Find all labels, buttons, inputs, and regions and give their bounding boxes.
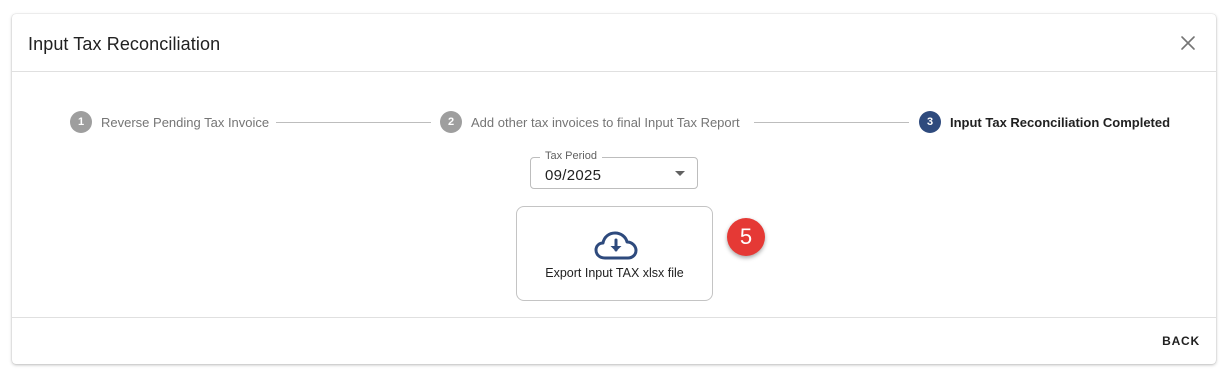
dialog-header: Input Tax Reconciliation	[12, 14, 1216, 72]
step-1[interactable]: 1 Reverse Pending Tax Invoice	[70, 110, 269, 134]
step-3-number: 3	[919, 111, 941, 133]
step-2[interactable]: 2 Add other tax invoices to final Input …	[440, 110, 740, 134]
step-1-number: 1	[70, 111, 92, 133]
step-connector	[276, 122, 431, 123]
dialog-footer: BACK	[12, 317, 1216, 364]
annotation-badge: 5	[727, 218, 765, 256]
dropdown-arrow-icon	[675, 171, 685, 176]
close-icon	[1181, 36, 1195, 50]
tax-period-label: Tax Period	[540, 150, 602, 162]
dialog-title: Input Tax Reconciliation	[28, 34, 221, 54]
step-2-label: Add other tax invoices to final Input Ta…	[471, 114, 740, 130]
back-button[interactable]: BACK	[1158, 332, 1204, 350]
step-3[interactable]: 3 Input Tax Reconciliation Completed	[919, 110, 1170, 134]
step-1-label: Reverse Pending Tax Invoice	[101, 114, 270, 130]
dialog: Input Tax Reconciliation 1 Reverse Pendi…	[12, 14, 1216, 364]
stepper: 1 Reverse Pending Tax Invoice 2 Add othe…	[12, 110, 1216, 134]
close-button[interactable]	[1178, 33, 1198, 53]
export-xlsx-button[interactable]: Export Input TAX xlsx file	[516, 206, 713, 301]
cloud-download-icon	[594, 231, 638, 260]
tax-period-select[interactable]: Tax Period 09/2025	[530, 150, 698, 189]
step-2-number: 2	[440, 111, 462, 133]
export-label: Export Input TAX xlsx file	[545, 266, 684, 280]
step-3-label: Input Tax Reconciliation Completed	[950, 114, 1171, 130]
step-connector	[754, 122, 909, 123]
tax-period-value: 09/2025	[545, 167, 602, 184]
